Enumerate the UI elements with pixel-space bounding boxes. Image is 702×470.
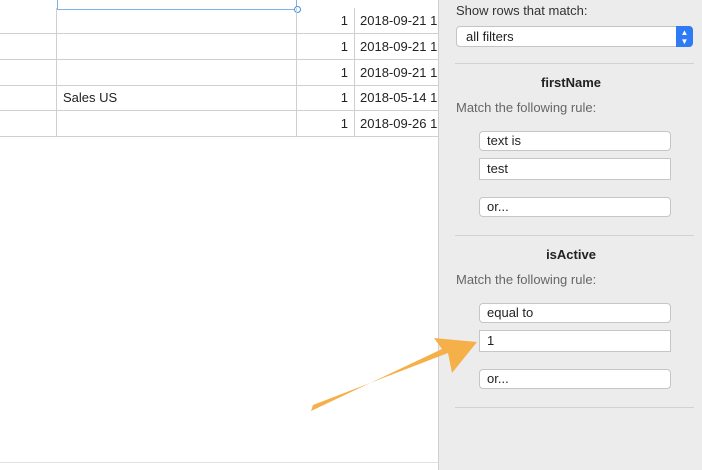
operator-select-isactive[interactable]: equal to — [479, 303, 671, 323]
table-row[interactable]: 1 2018-09-21 19 — [0, 34, 438, 60]
filter-panel: Show rows that match: all filters ▲ ▼ fir… — [438, 0, 702, 470]
table-cell[interactable]: 1 — [297, 60, 355, 85]
table-cell[interactable] — [57, 111, 297, 136]
filter-title-isactive: isActive — [546, 247, 596, 262]
table-cell[interactable] — [57, 8, 297, 33]
table-cell[interactable] — [57, 60, 297, 85]
table-cell[interactable]: 2018-09-21 19 — [355, 60, 438, 85]
match-mode-value: all filters — [466, 29, 514, 44]
match-rule-label: Match the following rule: — [456, 272, 597, 287]
table-cell[interactable] — [0, 8, 57, 33]
table-cell[interactable]: 2018-09-21 19 — [355, 34, 438, 59]
table-cell[interactable] — [0, 85, 57, 110]
value-input-firstname[interactable]: test — [479, 158, 671, 180]
table-cell[interactable]: 1 — [297, 8, 355, 33]
table-row[interactable]: Sales US 1 2018-05-14 13 — [0, 85, 438, 111]
table-cell[interactable]: 2018-05-14 13 — [355, 85, 438, 110]
data-grid: 1 2018-09-21 19 1 2018-09-21 19 1 2018-0… — [0, 0, 438, 470]
operator-select-firstname[interactable]: text is — [479, 131, 671, 151]
chevron-updown-icon[interactable]: ▲ ▼ — [676, 26, 693, 47]
table-cell[interactable]: Sales US — [57, 85, 297, 110]
table-cell[interactable] — [0, 34, 57, 59]
table-row[interactable]: 1 2018-09-26 19 — [0, 111, 438, 137]
match-rule-label: Match the following rule: — [456, 100, 597, 115]
table-row[interactable]: 1 2018-09-21 19 — [0, 8, 438, 34]
section-divider — [455, 63, 694, 64]
show-rows-label: Show rows that match: — [456, 3, 588, 18]
table-cell[interactable] — [57, 34, 297, 59]
table-cell[interactable]: 2018-09-26 19 — [355, 111, 438, 136]
table-cell[interactable]: 2018-09-21 19 — [355, 8, 438, 33]
table-cell[interactable]: 1 — [297, 34, 355, 59]
table-cell[interactable] — [0, 60, 57, 85]
section-divider — [455, 407, 694, 408]
or-button-firstname[interactable]: or... — [479, 197, 671, 217]
table-cell[interactable]: 1 — [297, 111, 355, 136]
table-row[interactable]: 1 2018-09-21 19 — [0, 60, 438, 86]
section-divider — [455, 235, 694, 236]
match-mode-select[interactable]: all filters ▲ ▼ — [456, 26, 693, 47]
table-cell[interactable]: 1 — [297, 85, 355, 110]
value-input-isactive[interactable]: 1 — [479, 330, 671, 352]
table-cell[interactable] — [0, 111, 57, 136]
filter-title-firstname: firstName — [541, 75, 601, 90]
or-button-isactive[interactable]: or... — [479, 369, 671, 389]
grid-bottom-divider — [0, 462, 438, 463]
